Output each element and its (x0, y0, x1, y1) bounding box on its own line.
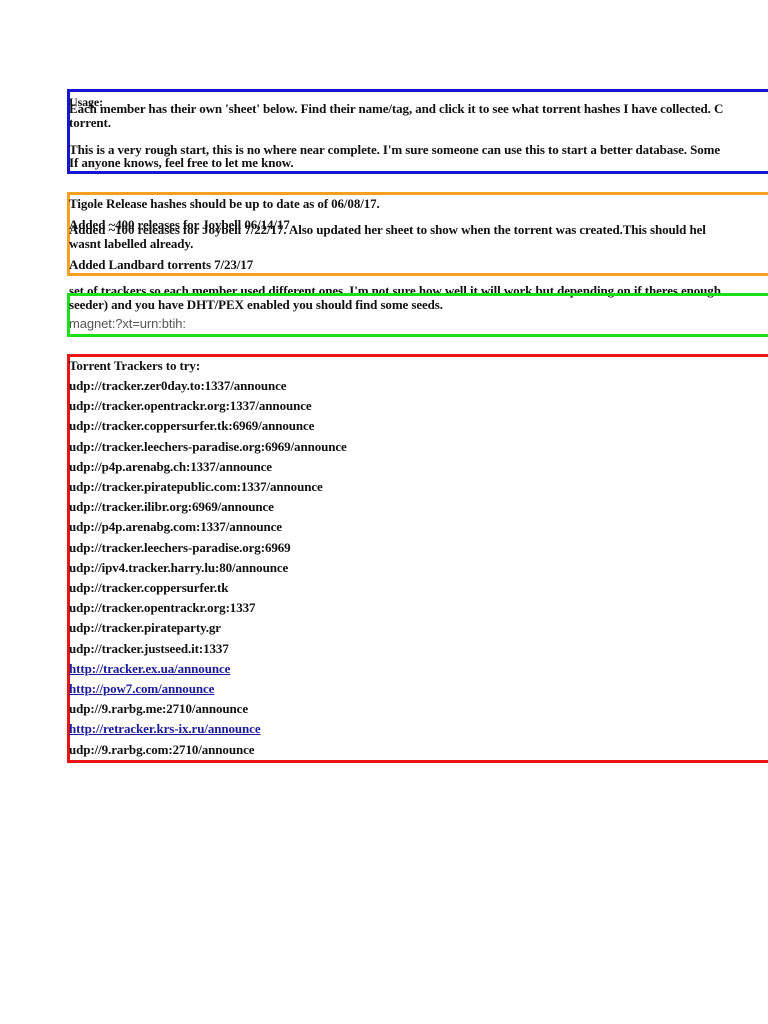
tracker-url: udp://9.rarbg.com:2710/announce (69, 741, 255, 757)
tracker-url: udp://p4p.arenabg.ch:1337/announce (69, 458, 272, 474)
tracker-link[interactable]: http://pow7.com/announce (69, 681, 214, 697)
tracker-url: udp://tracker.opentrackr.org:1337/announ… (69, 398, 312, 414)
updates-line-4: Added Landbard torrents 7/23/17 (69, 257, 254, 272)
updates-line-3: wasnt labelled already. (69, 236, 194, 251)
updates-line-1: Tigole Release hashes should be up to da… (69, 196, 380, 211)
tracker-url: udp://ipv4.tracker.harry.lu:80/announce (69, 559, 289, 575)
tracker-url: udp://tracker.zer0day.to:1337/announce (69, 378, 287, 393)
magnet-note-line-2: seeder) and you have DHT/PEX enabled you… (69, 297, 443, 312)
tracker-url: udp://tracker.justseed.it:1337 (69, 640, 229, 656)
tracker-link[interactable]: http://retracker.krs-ix.ru/announce (69, 721, 261, 737)
tracker-url: udp://tracker.coppersurfer.tk (69, 580, 229, 595)
trackers-heading: Torrent Trackers to try: (69, 358, 201, 373)
magnet-prefix[interactable]: magnet:?xt=urn:btih: (69, 316, 186, 331)
tracker-url: udp://tracker.piratepublic.com:1337/anno… (69, 479, 323, 494)
tracker-url: udp://tracker.coppersurfer.tk:6969/annou… (69, 418, 315, 434)
tracker-url: udp://tracker.opentrackr.org:1337 (69, 600, 256, 616)
usage-line-4: If anyone knows, feel free to let me kno… (69, 155, 294, 170)
tracker-url: udp://p4p.arenabg.com:1337/announce (69, 519, 282, 535)
tracker-url: udp://9.rarbg.me:2710/announce (69, 701, 249, 717)
tracker-url: udp://tracker.pirateparty.gr (69, 620, 221, 636)
tracker-url: udp://tracker.ilibr.org:6969/announce (69, 499, 274, 515)
usage-line-2: torrent. (69, 115, 111, 130)
tracker-url: udp://tracker.leechers-paradise.org:6969… (69, 438, 347, 454)
tracker-url: udp://tracker.leechers-paradise.org:6969 (69, 539, 291, 555)
tracker-link[interactable]: http://tracker.ex.ua/announce (69, 661, 230, 677)
usage-line-1: Each member has their own 'sheet' below.… (69, 101, 724, 116)
